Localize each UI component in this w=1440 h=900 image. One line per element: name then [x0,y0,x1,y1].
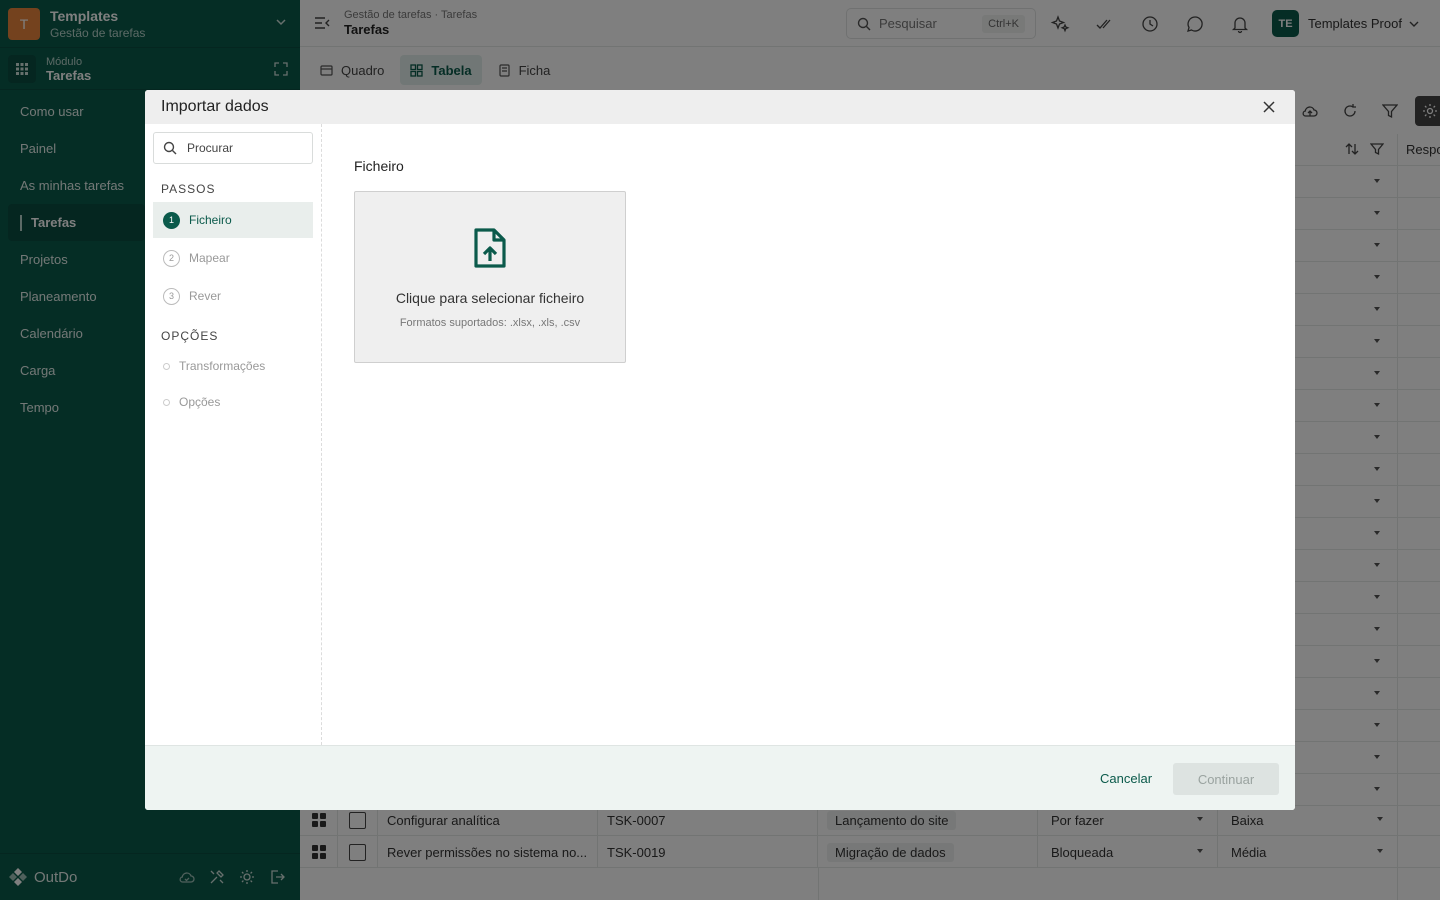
dialog-footer: Cancelar Continuar [145,745,1295,810]
file-dropzone[interactable]: Clique para selecionar ficheiro Formatos… [354,191,626,363]
option-label: Transformações [179,359,266,373]
search-icon [163,141,177,155]
dropzone-formats: Formatos suportados: .xlsx, .xls, .csv [399,317,581,329]
step-ficheiro[interactable]: 1 Ficheiro [153,202,313,238]
steps-panel: Procurar PASSOS 1 Ficheiro 2 Mapear 3 Re… [145,124,322,745]
option-label: Opções [179,395,221,409]
file-upload-icon [473,227,507,269]
dropzone-title: Clique para selecionar ficheiro [395,290,585,306]
file-section-label: Ficheiro [354,158,404,174]
step-number: 3 [163,287,180,305]
step-label: Mapear [189,251,230,265]
options-heading: OPÇÕES [161,329,219,343]
continue-button[interactable]: Continuar [1173,763,1279,795]
step-mapear[interactable]: 2 Mapear [153,240,313,276]
step-label: Rever [189,289,222,303]
step-number: 2 [163,249,180,267]
steps-heading: PASSOS [161,182,216,196]
step-number: 1 [163,211,180,229]
step-rever[interactable]: 3 Rever [153,278,313,314]
search-placeholder: Procurar [187,141,234,155]
option-transformacoes[interactable]: Transformações [163,359,265,373]
cancel-button[interactable]: Cancelar [1100,771,1152,786]
dialog-body: Ficheiro Clique para selecionar ficheiro… [322,124,1295,745]
step-label: Ficheiro [189,213,232,227]
dialog-title: Importar dados [161,98,269,115]
dialog-header: Importar dados [145,90,1295,124]
import-dialog: Importar dados Procurar PASSOS 1 Ficheir… [145,90,1295,810]
steps-search-input[interactable]: Procurar [153,132,313,164]
close-icon[interactable] [1263,101,1275,113]
option-opcoes[interactable]: Opções [163,395,220,409]
